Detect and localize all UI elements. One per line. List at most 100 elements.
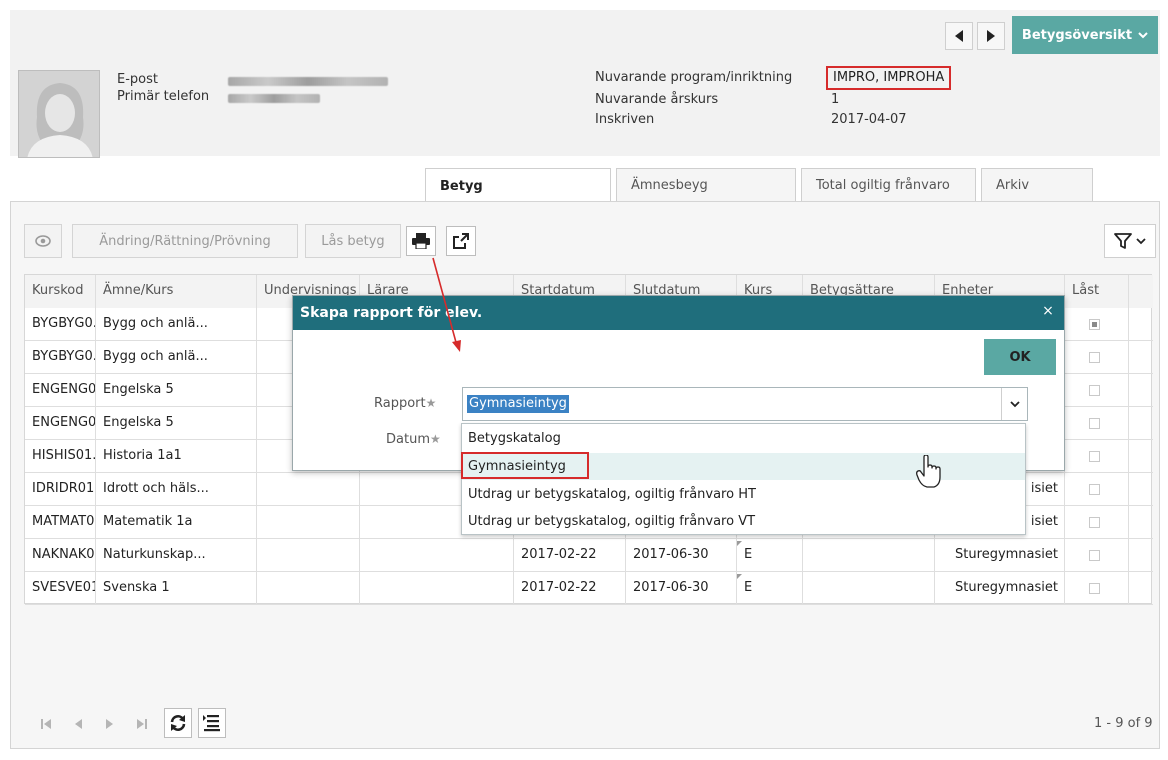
empty-cell xyxy=(360,539,514,572)
empty-cell xyxy=(1129,440,1153,473)
option-utdrag-vt[interactable]: Utdrag ur betygskatalog, ogiltig frånvar… xyxy=(462,508,1025,535)
view-button[interactable] xyxy=(24,224,62,258)
column-header-last[interactable]: Låst xyxy=(1065,275,1129,308)
start-date-cell: 2017-02-22 xyxy=(514,572,626,605)
option-betygskatalog[interactable]: Betygskatalog xyxy=(462,425,1025,452)
user-avatar-icon xyxy=(19,71,99,157)
chevron-down-icon xyxy=(1009,400,1020,407)
lock-checkbox[interactable] xyxy=(1089,352,1100,363)
empty-cell xyxy=(1129,308,1153,341)
email-value-redacted xyxy=(228,77,388,86)
lock-grades-button[interactable]: Lås betyg xyxy=(305,224,401,258)
comment-marker-icon xyxy=(737,541,742,546)
empty-cell xyxy=(1129,407,1153,440)
dialog-title: Skapa rapport för elev. xyxy=(293,296,1064,330)
empty-cell xyxy=(803,539,935,572)
table-row[interactable]: SVESVE01 Svenska 1 2017-02-22 2017-06-30 E St… xyxy=(25,572,1153,605)
tab-total-ogiltig-franvaro[interactable]: Total ogiltig frånvaro xyxy=(801,168,976,202)
lock-checkbox[interactable] xyxy=(1089,418,1100,429)
export-button[interactable] xyxy=(446,226,476,256)
lock-checkbox[interactable] xyxy=(1089,550,1100,561)
course-code-cell: BYGBYG0... xyxy=(25,308,96,341)
required-star-icon: ★ xyxy=(429,432,441,446)
column-header-amne-kurs[interactable]: Ämne/Kurs xyxy=(96,275,257,308)
tab-arkiv[interactable]: Arkiv xyxy=(981,168,1093,202)
empty-cell xyxy=(1129,572,1153,605)
locked-cell xyxy=(1065,473,1129,506)
triangle-right-icon xyxy=(106,719,113,729)
grade-cell: E xyxy=(737,539,803,572)
locked-cell xyxy=(1065,374,1129,407)
course-code-cell: MATMAT0... xyxy=(25,506,96,539)
triangle-left-icon xyxy=(75,719,82,729)
lock-checkbox[interactable] xyxy=(1089,484,1100,495)
table-row[interactable]: NAKNAK0...Naturkunskap... 2017-02-222017-… xyxy=(25,539,1153,572)
next-page-button[interactable] xyxy=(98,710,122,738)
close-dialog-button[interactable]: × xyxy=(1039,302,1057,320)
email-label: E-post xyxy=(117,72,158,87)
refresh-button[interactable] xyxy=(164,708,192,738)
last-page-icon xyxy=(137,719,147,729)
empty-cell xyxy=(1129,374,1153,407)
empty-cell xyxy=(803,572,935,605)
column-settings-button[interactable] xyxy=(198,708,226,738)
course-name-cell: Bygg och anlä... xyxy=(96,341,257,374)
course-code-cell: HISHIS01... xyxy=(25,440,96,473)
end-date-cell: 2017-06-30 xyxy=(626,572,737,605)
chevron-down-icon xyxy=(1138,31,1148,38)
tab-amnesbetyg[interactable]: Ämnesbeyg xyxy=(616,168,796,202)
grade-cell: E xyxy=(737,572,803,605)
date-field-label: Datum★ xyxy=(386,432,441,447)
previous-page-button[interactable] xyxy=(66,710,90,738)
course-code-cell: IDRIDR01 xyxy=(25,473,96,506)
phone-value-redacted xyxy=(228,94,320,103)
year-label: Nuvarande årskurs xyxy=(595,92,719,107)
course-name-cell: Bygg och anlä... xyxy=(96,308,257,341)
column-header-spacer xyxy=(1129,275,1153,308)
report-field-label: Rapport★ xyxy=(374,396,437,411)
next-student-button[interactable] xyxy=(977,22,1005,50)
empty-cell xyxy=(1129,506,1153,539)
locked-cell xyxy=(1065,572,1129,605)
column-header-kurskod[interactable]: Kurskod xyxy=(25,275,96,308)
filter-dropdown[interactable] xyxy=(1104,224,1156,258)
course-name-cell: Svenska 1 xyxy=(96,572,257,605)
report-select-value: Gymnasieintyg xyxy=(467,395,569,413)
tab-betyg[interactable]: Betyg xyxy=(425,168,611,204)
report-select-toggle[interactable] xyxy=(1001,388,1027,420)
course-name-cell: Naturkunskap... xyxy=(96,539,257,572)
avatar xyxy=(18,70,100,158)
report-select[interactable]: Gymnasieintyg xyxy=(462,387,1028,421)
course-name-cell: Engelska 5 xyxy=(96,374,257,407)
change-correction-button[interactable]: Ändring/Rättning/Prövning xyxy=(72,224,298,258)
last-page-button[interactable] xyxy=(130,710,154,738)
grade-overview-dropdown[interactable]: Betygsöversikt xyxy=(1012,16,1158,54)
student-grades-page: Betygsöversikt E-post Primär telefon Nuv… xyxy=(0,0,1168,760)
lock-checkbox[interactable] xyxy=(1089,451,1100,462)
program-label: Nuvarande program/inriktning xyxy=(595,70,793,85)
first-page-button[interactable] xyxy=(34,710,58,738)
print-button[interactable] xyxy=(406,226,436,256)
eye-icon xyxy=(35,235,51,247)
locked-cell xyxy=(1065,539,1129,572)
course-code-cell: NAKNAK0... xyxy=(25,539,96,572)
triangle-left-icon xyxy=(955,30,963,42)
lock-checkbox[interactable] xyxy=(1089,583,1100,594)
grade-overview-label: Betygsöversikt xyxy=(1021,27,1133,43)
program-value: IMPRO, IMPROHA xyxy=(826,66,952,90)
course-code-cell: BYGBYG0... xyxy=(25,341,96,374)
empty-cell xyxy=(257,572,360,605)
hand-cursor-icon xyxy=(916,455,941,488)
previous-student-button[interactable] xyxy=(945,22,973,50)
ok-button[interactable]: OK xyxy=(984,339,1056,375)
lock-checkbox[interactable] xyxy=(1089,385,1100,396)
locked-cell xyxy=(1065,407,1129,440)
comment-marker-icon xyxy=(737,574,742,579)
course-code-cell: SVESVE01 xyxy=(25,572,96,605)
year-value: 1 xyxy=(831,92,840,107)
end-date-cell: 2017-06-30 xyxy=(626,539,737,572)
lock-checkbox[interactable] xyxy=(1089,517,1100,528)
locked-cell xyxy=(1065,341,1129,374)
lock-checkbox[interactable] xyxy=(1089,319,1100,330)
course-name-cell: Matematik 1a xyxy=(96,506,257,539)
